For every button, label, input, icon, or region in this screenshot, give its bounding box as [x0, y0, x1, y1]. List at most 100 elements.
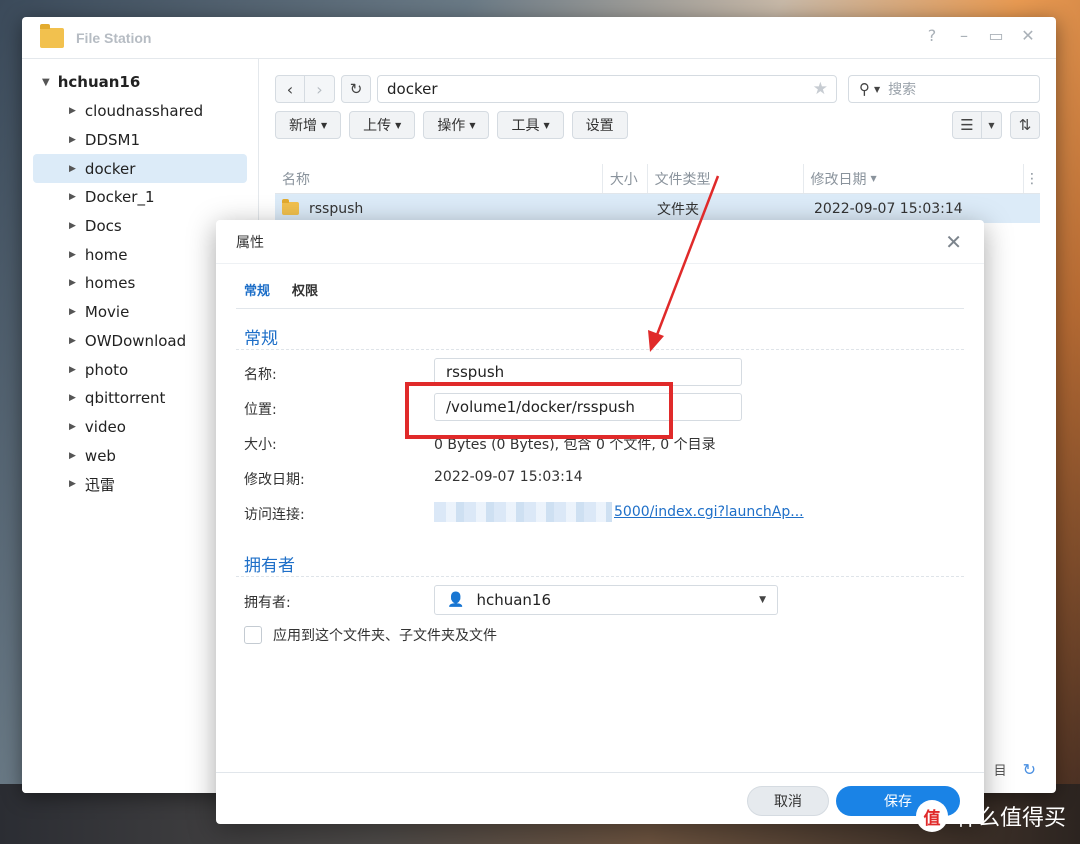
app-title: File Station	[76, 29, 152, 46]
chevron-down-icon: ▼	[395, 120, 402, 130]
chevron-down-icon[interactable]: ▼	[874, 85, 880, 94]
folder-icon	[282, 199, 299, 215]
access-link-text: 5000/index.cgi?launchAp...	[614, 504, 804, 520]
caret-right-icon[interactable]: ▶	[69, 164, 76, 174]
action-button[interactable]: 操作 ▼	[423, 111, 490, 139]
sort-desc-icon: ▼	[870, 174, 877, 183]
tree-item-label: qbittorrent	[84, 389, 166, 408]
tree-item-label: Movie	[84, 303, 130, 322]
window-controls: ? – ▭ ✕	[916, 26, 1044, 45]
caret-right-icon[interactable]: ▶	[69, 422, 76, 432]
watermark-text: 什么值得买	[955, 806, 1066, 831]
tree-item-video[interactable]: ▶ video	[33, 413, 247, 442]
list-view-icon[interactable]: ☰	[952, 111, 982, 139]
section-divider	[236, 576, 964, 577]
chevron-down-icon: ▼	[543, 120, 550, 130]
tree-item-label: 迅雷	[84, 475, 115, 494]
caret-right-icon[interactable]: ▶	[69, 250, 76, 260]
tree-item-xunlei[interactable]: ▶ 迅雷	[33, 470, 247, 499]
access-link[interactable]: 5000/index.cgi?launchAp...	[434, 502, 804, 522]
search-icon[interactable]: ⚲	[859, 80, 870, 98]
tree-item-docker-1[interactable]: ▶ Docker_1	[33, 183, 247, 212]
apply-recursive-checkbox[interactable]	[244, 626, 262, 644]
path-input[interactable]: docker ★	[377, 75, 837, 103]
view-chevron-down-icon[interactable]: ▼	[982, 111, 1002, 139]
refresh-icon[interactable]: ↻	[1023, 760, 1036, 779]
help-icon[interactable]: ?	[916, 26, 948, 45]
tree-item-qbittorrent[interactable]: ▶ qbittorrent	[33, 384, 247, 413]
view-controls: ☰ ▼ ⇅	[952, 111, 1040, 139]
tree-item-photo[interactable]: ▶ photo	[33, 355, 247, 384]
tree-item-label: docker	[84, 159, 136, 178]
tree-item-owdownload[interactable]: ▶ OWDownload	[33, 327, 247, 356]
minimize-icon[interactable]: –	[948, 26, 980, 45]
item-count-text: 目	[993, 764, 1007, 779]
file-table-header: 名称 大小 文件类型 修改日期 ▼ ⋮	[275, 164, 1040, 194]
chevron-right-icon: ›	[316, 79, 323, 99]
col-size[interactable]: 大小	[603, 164, 648, 193]
cancel-button[interactable]: 取消	[747, 786, 829, 816]
caret-right-icon[interactable]: ▶	[69, 451, 76, 461]
close-icon[interactable]: ✕	[945, 230, 962, 254]
file-name: rsspush	[309, 200, 364, 217]
tree-root-label: hchuan16	[57, 73, 141, 91]
col-type[interactable]: 文件类型	[648, 164, 804, 193]
col-modified[interactable]: 修改日期 ▼	[804, 164, 1025, 193]
chevron-left-icon: ‹	[286, 79, 294, 99]
apply-recursive-label: 应用到这个文件夹、子文件夹及文件	[273, 628, 497, 644]
forward-button[interactable]: ›	[305, 75, 335, 103]
close-icon[interactable]: ✕	[1012, 26, 1044, 45]
tab-permission[interactable]: 权限	[292, 280, 318, 299]
tree-item-ddsm1[interactable]: ▶ DDSM1	[33, 126, 247, 155]
sort-icon[interactable]: ⇅	[1010, 111, 1040, 139]
modified-value: 2022-09-07 15:03:14	[434, 469, 583, 485]
dialog-title: 属性	[216, 220, 984, 264]
star-icon[interactable]: ★	[813, 79, 828, 99]
caret-right-icon[interactable]: ▶	[69, 336, 76, 346]
location-label: 位置:	[244, 402, 277, 418]
tree-item-home[interactable]: ▶ home	[33, 240, 247, 269]
upload-label: 上传	[363, 118, 392, 134]
caret-right-icon[interactable]: ▶	[69, 221, 76, 231]
create-button[interactable]: 新增 ▼	[275, 111, 342, 139]
section-general-title: 常规	[244, 329, 278, 349]
tree-item-label: photo	[84, 360, 129, 379]
window-titlebar: File Station ? – ▭ ✕	[22, 17, 1056, 59]
col-name[interactable]: 名称	[275, 164, 603, 193]
tree-item-homes[interactable]: ▶ homes	[33, 269, 247, 298]
caret-right-icon[interactable]: ▶	[69, 106, 76, 116]
chevron-down-icon: ▼	[469, 120, 476, 130]
tree-item-docs[interactable]: ▶ Docs	[33, 212, 247, 241]
caret-down-icon: ▼	[42, 76, 50, 88]
tree-root[interactable]: ▼ hchuan16	[22, 67, 258, 97]
caret-right-icon[interactable]: ▶	[69, 365, 76, 375]
modified-label: 修改日期:	[244, 472, 305, 488]
search-input[interactable]: ⚲ ▼ 搜索	[848, 75, 1040, 103]
column-menu-icon[interactable]: ⋮	[1024, 164, 1040, 193]
tab-general[interactable]: 常规	[244, 280, 270, 299]
settings-label: 设置	[585, 118, 614, 134]
table-row[interactable]: rsspush 文件夹 2022-09-07 15:03:14	[275, 194, 1040, 223]
tree-item-cloudnasshared[interactable]: ▶ cloudnasshared	[33, 97, 247, 126]
refresh-button[interactable]: ↻	[341, 75, 371, 103]
nav-bar: ‹ › ↻ docker ★ ⚲ ▼ 搜索	[275, 74, 1040, 104]
tree-item-docker[interactable]: ▶ docker	[33, 154, 247, 184]
owner-select[interactable]: 👤 hchuan16 ▼	[434, 585, 778, 615]
caret-right-icon[interactable]: ▶	[69, 393, 76, 403]
tree-item-label: OWDownload	[84, 331, 187, 350]
caret-right-icon[interactable]: ▶	[69, 479, 76, 489]
upload-button[interactable]: 上传 ▼	[349, 111, 416, 139]
tree-item-label: Docker_1	[84, 188, 155, 207]
user-icon: 👤	[447, 592, 465, 608]
caret-right-icon[interactable]: ▶	[69, 135, 76, 145]
tree-item-movie[interactable]: ▶ Movie	[33, 298, 247, 327]
file-type-cell: 文件夹	[657, 201, 699, 218]
caret-right-icon[interactable]: ▶	[69, 307, 76, 317]
tools-button[interactable]: 工具 ▼	[497, 111, 564, 139]
back-button[interactable]: ‹	[275, 75, 305, 103]
settings-button[interactable]: 设置	[571, 111, 628, 139]
maximize-icon[interactable]: ▭	[980, 26, 1012, 45]
caret-right-icon[interactable]: ▶	[69, 278, 76, 288]
caret-right-icon[interactable]: ▶	[69, 192, 76, 202]
tree-item-web[interactable]: ▶ web	[33, 441, 247, 470]
